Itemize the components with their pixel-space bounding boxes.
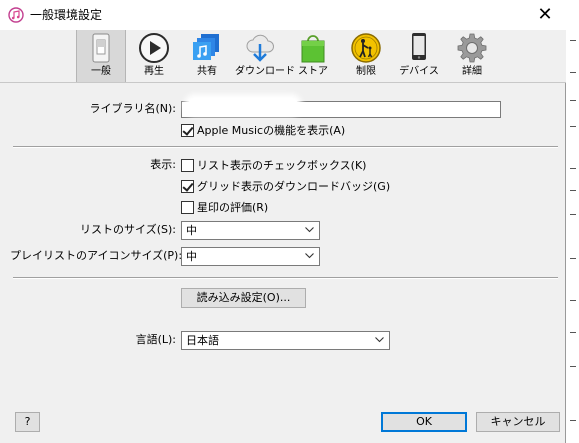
display-label: 表示:	[150, 158, 176, 171]
cancel-button[interactable]: キャンセル	[476, 412, 560, 432]
tab-devices-label: デバイス	[399, 66, 439, 77]
list-size-label: リストのサイズ(S):	[80, 223, 176, 236]
parental-icon	[351, 33, 381, 63]
background-mark	[570, 190, 576, 191]
background-window-edge	[566, 0, 579, 443]
tab-playback-label: 再生	[144, 66, 164, 77]
close-button[interactable]: ✕	[524, 0, 566, 30]
close-icon: ✕	[537, 4, 553, 25]
itunes-app-icon	[8, 7, 24, 23]
chevron-down-icon	[375, 337, 384, 343]
tab-general[interactable]: 一般	[76, 30, 126, 82]
background-mark	[570, 420, 576, 421]
device-icon	[412, 33, 426, 60]
background-mark	[570, 100, 576, 101]
redacted-name-overlay	[188, 98, 298, 112]
list-checkbox-option[interactable]: リスト表示のチェックボックス(K)	[181, 157, 366, 173]
background-mark	[570, 72, 576, 73]
language-value: 日本語	[186, 334, 219, 347]
tab-restrictions[interactable]: 制限	[341, 30, 391, 82]
tab-sharing-label: 共有	[197, 66, 217, 77]
preferences-dialog: 一般環境設定 ✕ 一般 再生 共有 ダウンロード ストア 制限 デバイス 詳細 …	[0, 0, 566, 443]
import-settings-button[interactable]: 読み込み設定(O)...	[181, 288, 306, 308]
tab-general-label: 一般	[91, 66, 111, 77]
download-badge-box[interactable]	[181, 179, 194, 193]
list-checkbox-box[interactable]	[181, 158, 194, 172]
apple-music-checkbox-label: Apple Musicの機能を表示(A)	[197, 124, 346, 137]
star-rating-option[interactable]: 星印の評価(R)	[181, 199, 268, 215]
ok-button[interactable]: OK	[381, 412, 467, 432]
background-mark	[570, 366, 576, 367]
list-size-select[interactable]: 中	[181, 221, 320, 240]
title-bar: 一般環境設定 ✕	[0, 0, 566, 30]
dialog-footer: ? OK キャンセル	[0, 402, 566, 443]
background-mark	[570, 300, 576, 301]
playlist-icon-size-value: 中	[186, 250, 197, 263]
language-label: 言語(L):	[135, 333, 176, 346]
tab-restrictions-label: 制限	[356, 66, 376, 77]
store-bag-icon	[301, 35, 325, 63]
download-icon	[246, 34, 274, 62]
tab-advanced-label: 詳細	[462, 66, 482, 77]
tab-playback[interactable]: 再生	[129, 30, 179, 82]
download-badge-option[interactable]: グリッド表示のダウンロードバッジ(G)	[181, 178, 390, 194]
apple-music-checkbox-box[interactable]	[181, 123, 194, 137]
separator-2	[13, 277, 558, 279]
library-name-label: ライブラリ名(N):	[89, 102, 176, 115]
chevron-down-icon	[305, 253, 314, 259]
language-select[interactable]: 日本語	[181, 331, 390, 350]
tab-sharing[interactable]: 共有	[182, 30, 232, 82]
tab-devices[interactable]: デバイス	[394, 30, 444, 82]
separator-1	[13, 146, 558, 148]
preferences-toolbar: 一般 再生 共有 ダウンロード ストア 制限 デバイス 詳細	[0, 30, 566, 83]
chevron-down-icon	[305, 227, 314, 233]
star-rating-box[interactable]	[181, 200, 194, 214]
list-size-value: 中	[186, 224, 197, 237]
list-checkbox-label: リスト表示のチェックボックス(K)	[197, 159, 367, 172]
tab-advanced[interactable]: 詳細	[447, 30, 497, 82]
tab-download-label: ダウンロード	[235, 66, 295, 77]
download-badge-label: グリッド表示のダウンロードバッジ(G)	[197, 180, 391, 193]
background-mark	[570, 258, 576, 259]
background-mark	[570, 332, 576, 333]
tab-store-label: ストア	[298, 66, 328, 77]
sharing-icon	[193, 34, 219, 60]
background-mark	[570, 126, 576, 127]
play-icon	[139, 33, 169, 63]
background-mark	[570, 168, 576, 169]
playlist-icon-size-label: プレイリストのアイコンサイズ(P):	[10, 249, 183, 262]
tab-store[interactable]: ストア	[288, 30, 338, 82]
window-title: 一般環境設定	[30, 8, 103, 22]
background-mark	[570, 40, 576, 41]
gear-icon	[457, 33, 487, 63]
background-mark	[570, 214, 576, 215]
playlist-icon-size-select[interactable]: 中	[181, 247, 320, 266]
apple-music-checkbox[interactable]: Apple Musicの機能を表示(A)	[181, 122, 345, 138]
switch-icon	[92, 33, 110, 63]
tab-download[interactable]: ダウンロード	[235, 30, 295, 82]
help-button[interactable]: ?	[15, 412, 40, 432]
star-rating-label: 星印の評価(R)	[197, 201, 269, 214]
